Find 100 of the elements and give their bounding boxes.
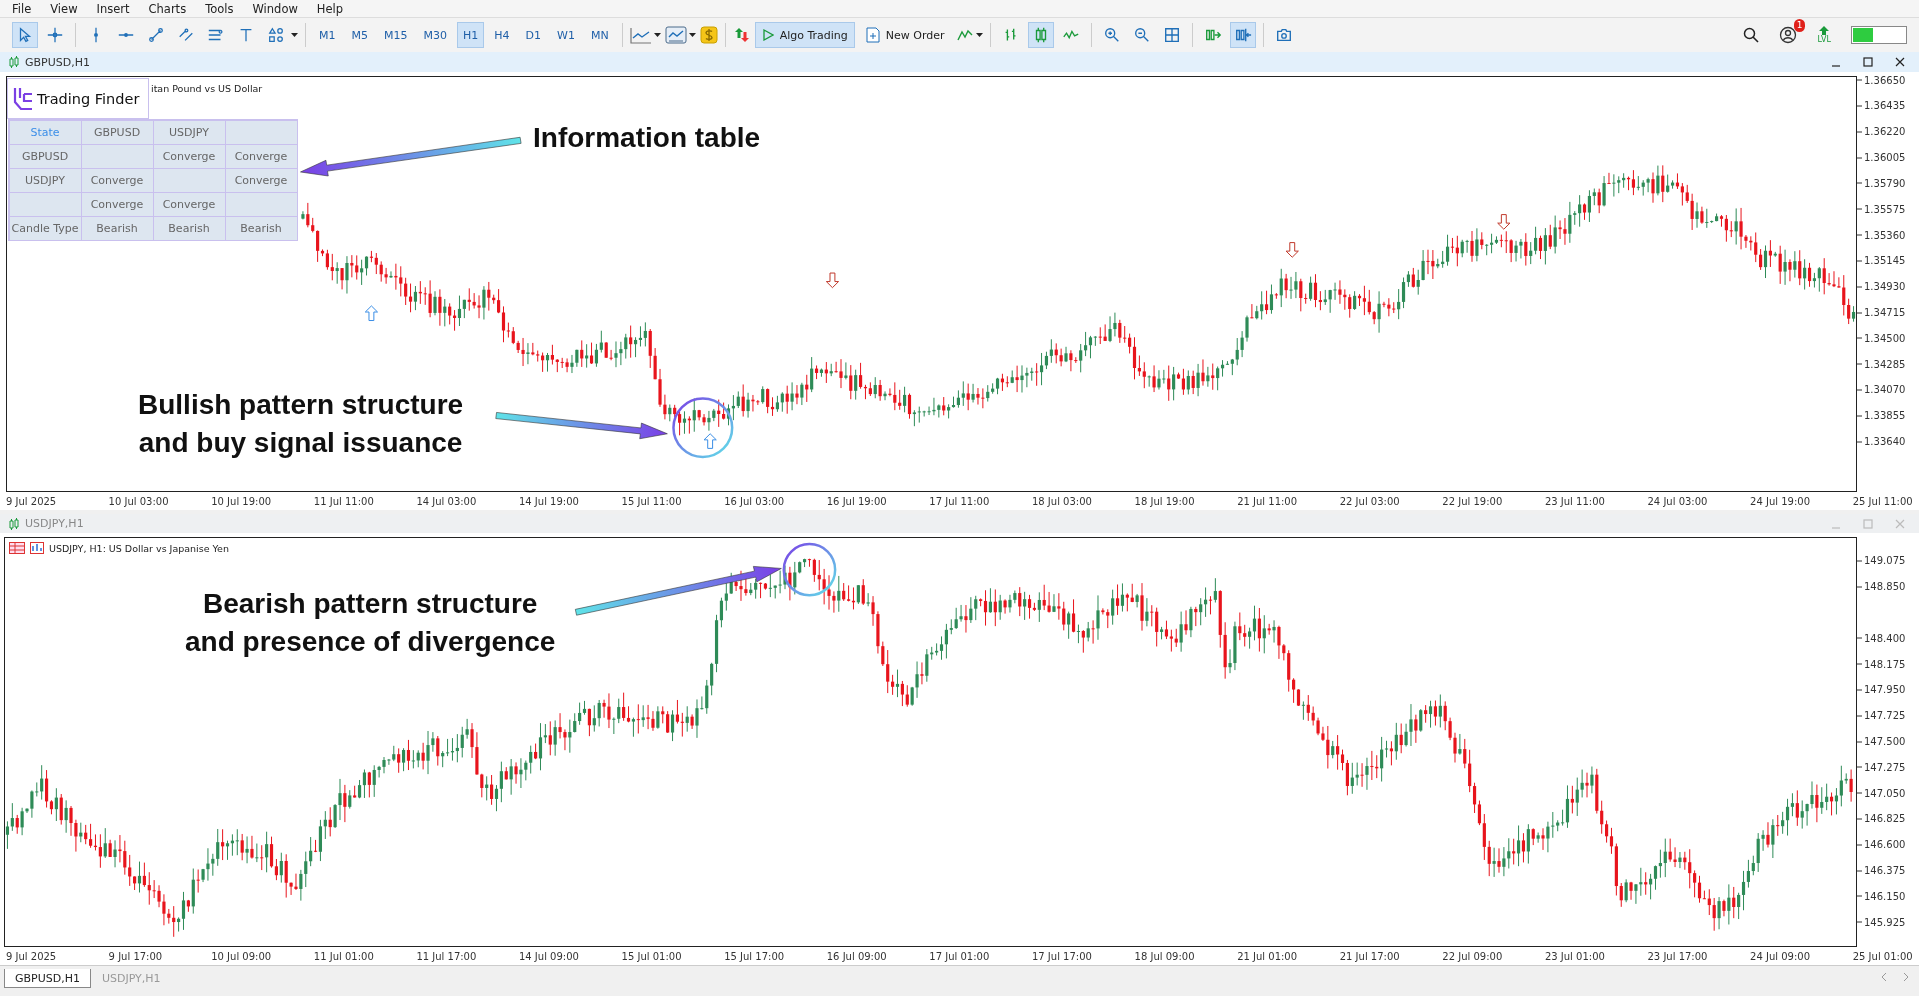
menu-item[interactable]: View — [44, 1, 91, 16]
price-label: 1.34500 — [1857, 332, 1906, 344]
price-label: 147.050 — [1857, 787, 1906, 799]
time-label: 21 Jul 11:00 — [1237, 495, 1299, 507]
battery-icon — [1851, 26, 1907, 44]
time-label: 23 Jul 11:00 — [1544, 495, 1606, 507]
time-label: 11 Jul 11:00 — [313, 495, 375, 507]
timeframe-button[interactable]: D1 — [519, 22, 548, 48]
timeframe-button[interactable]: M30 — [417, 22, 453, 48]
time-label: 17 Jul 11:00 — [929, 495, 991, 507]
time-label: 22 Jul 09:00 — [1442, 950, 1504, 962]
price-label: 1.34070 — [1857, 383, 1906, 395]
timeframe-button[interactable]: H4 — [488, 22, 516, 48]
time-label: 25 Jul 11:00 — [1852, 495, 1913, 507]
time-label: 11 Jul 17:00 — [416, 950, 478, 962]
highlight-circle — [782, 542, 837, 597]
time-label: 23 Jul 17:00 — [1647, 950, 1709, 962]
menu-item[interactable]: Help — [310, 1, 357, 16]
menu-item[interactable]: Insert — [90, 1, 143, 16]
time-label: 24 Jul 09:00 — [1750, 950, 1812, 962]
time-label: 24 Jul 03:00 — [1647, 495, 1709, 507]
time-label: 9 Jul 2025 — [6, 495, 58, 507]
price-label: 1.34715 — [1857, 306, 1906, 318]
scroll-right-icon[interactable] — [1903, 973, 1909, 981]
price-label: 147.500 — [1857, 735, 1906, 747]
close-icon[interactable] — [1895, 57, 1905, 67]
annotation-text: Bearish pattern structure and presence of divergence — [185, 587, 556, 659]
level-up-icon — [1818, 26, 1831, 35]
time-label: 14 Jul 19:00 — [518, 495, 580, 507]
annotation-text: Information table — [533, 121, 761, 155]
price-label: 147.275 — [1857, 761, 1906, 773]
menu-item[interactable]: File — [6, 1, 45, 16]
menu-item[interactable]: Tools — [199, 1, 247, 16]
time-label: 17 Jul 01:00 — [929, 950, 991, 962]
time-label: 15 Jul 11:00 — [621, 495, 683, 507]
price-label: 1.35575 — [1857, 203, 1906, 215]
time-label: 18 Jul 19:00 — [1134, 495, 1196, 507]
line-chart-icon[interactable] — [629, 26, 652, 44]
table-icon — [9, 542, 25, 554]
caret-icon[interactable] — [688, 33, 696, 37]
time-label: 22 Jul 19:00 — [1442, 495, 1504, 507]
table-cell: State — [8, 119, 82, 145]
candlestick-icon — [8, 56, 20, 68]
menu-item[interactable]: Window — [246, 1, 311, 16]
caret-icon[interactable] — [975, 33, 983, 37]
timeframe-button[interactable]: H1 — [457, 22, 485, 48]
annotation-text: Bullish pattern structure and buy signal issuance — [138, 388, 464, 460]
price-label: 146.825 — [1857, 813, 1906, 824]
time-label: 9 Jul 17:00 — [108, 950, 164, 962]
chart-window-title: USDJPY,H1 — [25, 517, 84, 530]
indicators-icon[interactable] — [664, 26, 687, 44]
notification-badge: 1 — [1793, 19, 1806, 32]
time-label: 10 Jul 09:00 — [211, 950, 273, 962]
time-label: 15 Jul 01:00 — [621, 950, 683, 962]
scroll-left-icon[interactable] — [1881, 973, 1887, 981]
timeframe-button[interactable]: M1 — [313, 22, 342, 48]
time-label: 17 Jul 17:00 — [1031, 950, 1093, 962]
up-arrow-icon — [364, 305, 379, 322]
time-label: 16 Jul 19:00 — [826, 495, 888, 507]
price-label: 146.375 — [1857, 864, 1906, 876]
price-label: 1.36005 — [1857, 151, 1906, 163]
time-label: 10 Jul 03:00 — [108, 495, 170, 507]
timeframe-button[interactable]: M5 — [345, 22, 374, 48]
chart-legend: USDJPY, H1: US Dollar vs Japanise Yen — [49, 542, 229, 554]
coin-icon[interactable] — [699, 26, 718, 44]
cursor-icon[interactable] — [12, 22, 38, 48]
menu-item[interactable]: Charts — [142, 1, 200, 16]
indicator-icon — [30, 542, 44, 554]
timeframe-button[interactable]: MN — [584, 22, 615, 48]
down-arrow-icon — [825, 272, 840, 289]
logo-text: Trading Finder — [37, 90, 140, 107]
time-label: 16 Jul 09:00 — [826, 950, 888, 962]
time-label: 18 Jul 03:00 — [1031, 495, 1093, 507]
time-label: 15 Jul 17:00 — [724, 950, 786, 962]
chart-tab[interactable]: GBPUSD,H1 — [4, 969, 91, 988]
caret-icon[interactable] — [291, 33, 298, 37]
time-label: 22 Jul 03:00 — [1339, 495, 1401, 507]
time-label: 14 Jul 03:00 — [416, 495, 478, 507]
candlestick-icon[interactable] — [1027, 22, 1054, 48]
time-label: 21 Jul 01:00 — [1237, 950, 1299, 962]
user-icon[interactable] — [1779, 26, 1798, 44]
new-order-button[interactable]: New Order — [858, 22, 952, 48]
logo-icon — [12, 85, 34, 112]
price-label: 1.36220 — [1857, 125, 1906, 137]
chart-shift-icon[interactable] — [1229, 22, 1256, 48]
chart-window-title: GBPUSD,H1 — [25, 55, 90, 69]
timeframe-button[interactable]: W1 — [551, 22, 581, 48]
price-label: 146.600 — [1857, 838, 1906, 850]
timeframe-button[interactable]: M15 — [378, 22, 414, 48]
algo-trading-button[interactable]: Algo Trading — [754, 22, 855, 48]
maximize-icon[interactable] — [1863, 57, 1873, 67]
price-label: 1.33855 — [1857, 409, 1906, 421]
price-label: 1.35145 — [1857, 254, 1906, 266]
caret-icon[interactable] — [653, 33, 661, 37]
price-label: 146.150 — [1857, 890, 1906, 902]
level-label: LVL — [1817, 35, 1831, 44]
candlestick-icon — [8, 517, 20, 530]
search-icon[interactable] — [1743, 27, 1760, 43]
price-label: 1.36650 — [1857, 74, 1906, 86]
document-plus-icon — [865, 27, 880, 43]
